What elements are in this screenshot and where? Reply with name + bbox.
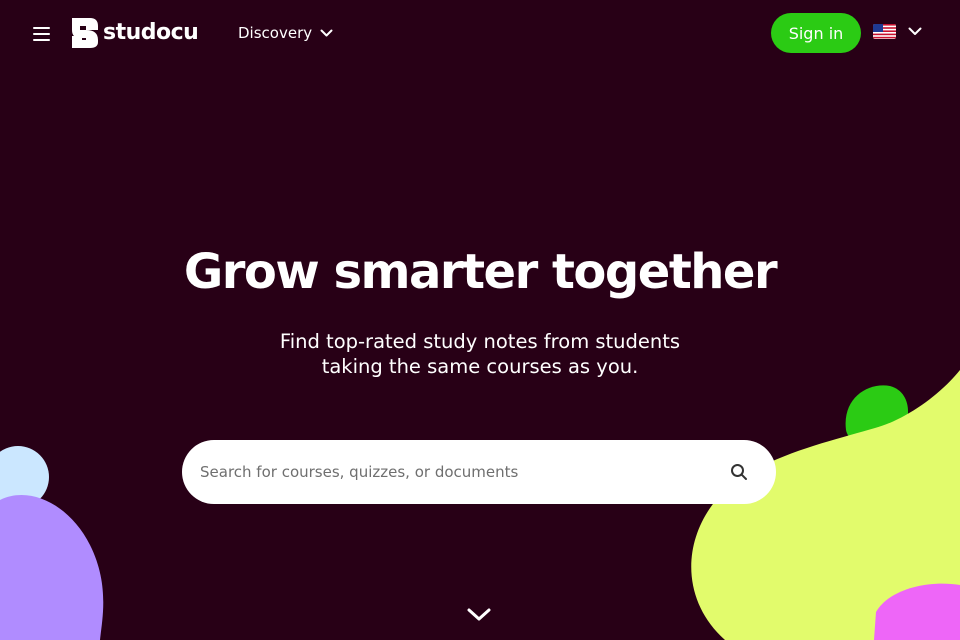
studocu-logo-icon: [72, 18, 98, 48]
language-selector[interactable]: [873, 24, 922, 39]
studocu-logo[interactable]: studocu: [68, 15, 199, 51]
hero-subtitle: Find top-rated study notes from students…: [0, 329, 960, 379]
chevron-down-icon: [320, 29, 333, 36]
hero-title: Grow smarter together: [183, 244, 778, 300]
search-input[interactable]: [200, 463, 730, 481]
discovery-label: Discovery: [238, 24, 313, 42]
us-flag-icon: [873, 24, 896, 39]
hero-subtitle-line-1: Find top-rated study notes from students: [279, 330, 681, 353]
hero-subtitle-line-2: taking the same courses as you.: [321, 355, 639, 378]
brand-name: studocu: [103, 20, 199, 45]
purple-blob: [0, 495, 104, 640]
discovery-dropdown[interactable]: Discovery: [238, 21, 333, 45]
search-bar: [182, 440, 776, 504]
hamburger-menu-icon[interactable]: [33, 25, 51, 41]
search-icon[interactable]: [730, 463, 748, 481]
chevron-down-icon: [908, 27, 922, 35]
sign-in-button[interactable]: Sign in: [771, 13, 861, 53]
decorative-blobs: [0, 370, 960, 640]
scroll-down-chevron-icon[interactable]: [466, 606, 492, 624]
